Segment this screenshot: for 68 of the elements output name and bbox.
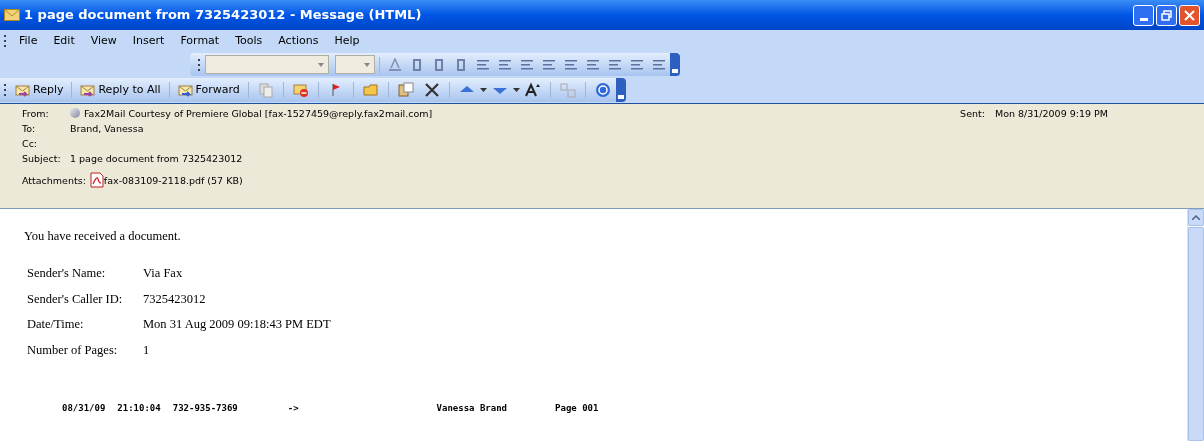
font-field[interactable] (205, 55, 329, 74)
menu-item[interactable]: Help (326, 32, 368, 50)
toolbar-button[interactable]: Reply (11, 81, 68, 99)
menu-item[interactable]: Edit (45, 32, 83, 50)
pdf-icon (89, 172, 104, 188)
detail-label: Sender's Caller ID: (27, 290, 124, 308)
field-value: Fax2Mail Courtesy of Premiere Global [fax-1527459@reply.fax2mail.com] (84, 107, 433, 122)
window-title: 1 page document from 7325423012 - Message (HTML) (24, 6, 422, 25)
align-center-icon[interactable] (497, 57, 513, 72)
detail-value: Via Fax (143, 264, 183, 282)
attachment-link[interactable]: fax-083109-2118.pdf (57 KB) (103, 173, 243, 188)
field-label: Cc: (22, 137, 39, 152)
folder-icon[interactable] (361, 82, 380, 98)
grip-icon (4, 34, 7, 48)
detail-label: Sender's Name: (27, 264, 107, 282)
field-value: Brand, Vanessa (70, 122, 144, 137)
toolbar-button[interactable]: Reply to All (76, 81, 165, 99)
scrollbar[interactable] (1187, 209, 1204, 441)
detail-value: Mon 31 Aug 2009 09:18:43 PM EDT (143, 316, 331, 334)
font-size-field[interactable] (335, 55, 375, 74)
close-button[interactable] (1179, 4, 1200, 26)
fax-header-text: 08/31/09 (62, 401, 106, 415)
fax-header-text: 21:10:04 (117, 401, 161, 415)
contact-status-icon (70, 107, 80, 118)
dropdown-caret-icon[interactable] (318, 62, 324, 67)
menu-item[interactable]: File (11, 32, 46, 50)
align-right-icon[interactable] (519, 57, 535, 72)
close-icon (1184, 9, 1195, 21)
caret-icon[interactable] (512, 87, 520, 93)
help-icon[interactable] (593, 82, 612, 98)
menu-item[interactable]: Insert (124, 32, 173, 50)
fax-header-text: 732-935-7369 (172, 401, 238, 415)
toolbar-options-button[interactable] (670, 53, 680, 76)
fax-header-text: Page 001 (555, 401, 599, 415)
restore-icon (1161, 9, 1172, 21)
field-label: From: (22, 107, 50, 122)
menu-item[interactable]: View (82, 32, 125, 50)
align-left-icon[interactable] (475, 57, 491, 72)
field-value: Mon 8/31/2009 9:19 PM (994, 107, 1108, 122)
detail-label: Number of Pages: (27, 342, 119, 359)
font-size-icon[interactable] (523, 82, 542, 98)
field-value: 1 page document from 7325423012 (70, 152, 243, 167)
scroll-up-icon[interactable] (1192, 215, 1200, 220)
detail-label: Date/Time: (27, 316, 85, 334)
dropdown-caret-icon[interactable] (364, 62, 370, 67)
menu-item[interactable]: Actions (270, 32, 327, 50)
field-label: Sent: (960, 107, 985, 122)
delete-icon[interactable] (422, 82, 441, 98)
menu-item[interactable]: Format (172, 32, 228, 50)
restore-button[interactable] (1156, 4, 1177, 26)
field-label: To: (22, 122, 37, 137)
toolbar-button[interactable]: Forward (173, 81, 244, 99)
detail-value: 1 (143, 342, 150, 359)
grip-icon (4, 83, 7, 97)
block-sender-icon[interactable] (291, 82, 310, 98)
detail-value: 7325423012 (143, 290, 206, 308)
minimize-button[interactable] (1133, 4, 1154, 26)
fax-header-text: -> (287, 401, 299, 415)
menu-item[interactable]: Tools (227, 32, 271, 50)
grip-icon (198, 57, 201, 72)
toolbar-options-button[interactable] (615, 78, 626, 102)
caret-icon[interactable] (479, 87, 487, 93)
envelope-icon (4, 9, 20, 21)
body-text: You have received a document. (24, 228, 182, 245)
font-color-icon[interactable] (387, 57, 403, 72)
field-label: Attachments: (22, 173, 86, 188)
field-label: Subject: (22, 152, 62, 167)
fax-header-text: Vanessa Brand (436, 401, 508, 415)
